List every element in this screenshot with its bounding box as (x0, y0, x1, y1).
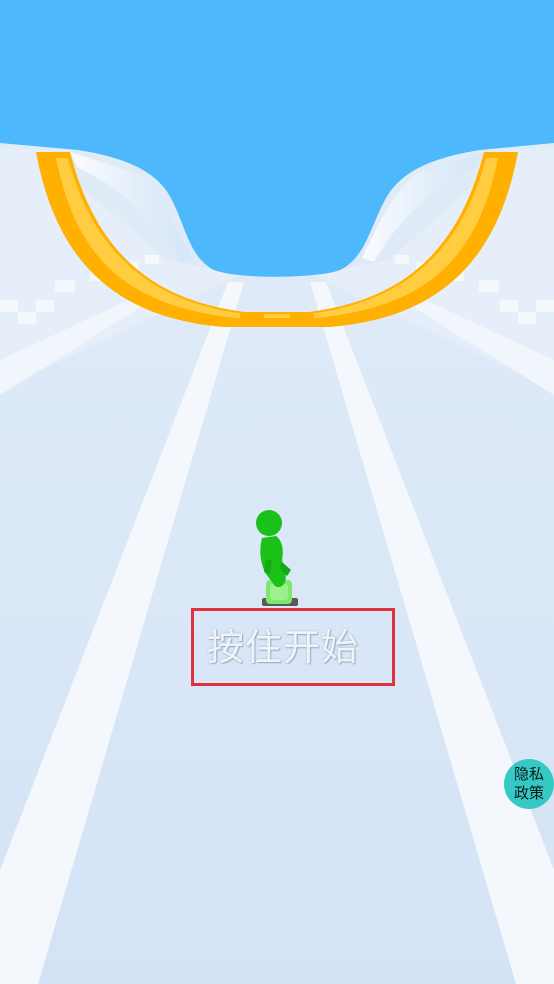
start-hint-text: 按住开始 (207, 625, 359, 669)
start-hint-box[interactable]: 按住开始 (191, 608, 395, 686)
privacy-policy-button[interactable]: 隐私 政策 (504, 759, 554, 809)
privacy-label-line1: 隐私 (513, 765, 544, 783)
game-screen[interactable]: 按住开始 隐私 政策 (0, 0, 554, 984)
privacy-label-line2: 政策 (513, 784, 544, 802)
game-scene (0, 0, 554, 984)
